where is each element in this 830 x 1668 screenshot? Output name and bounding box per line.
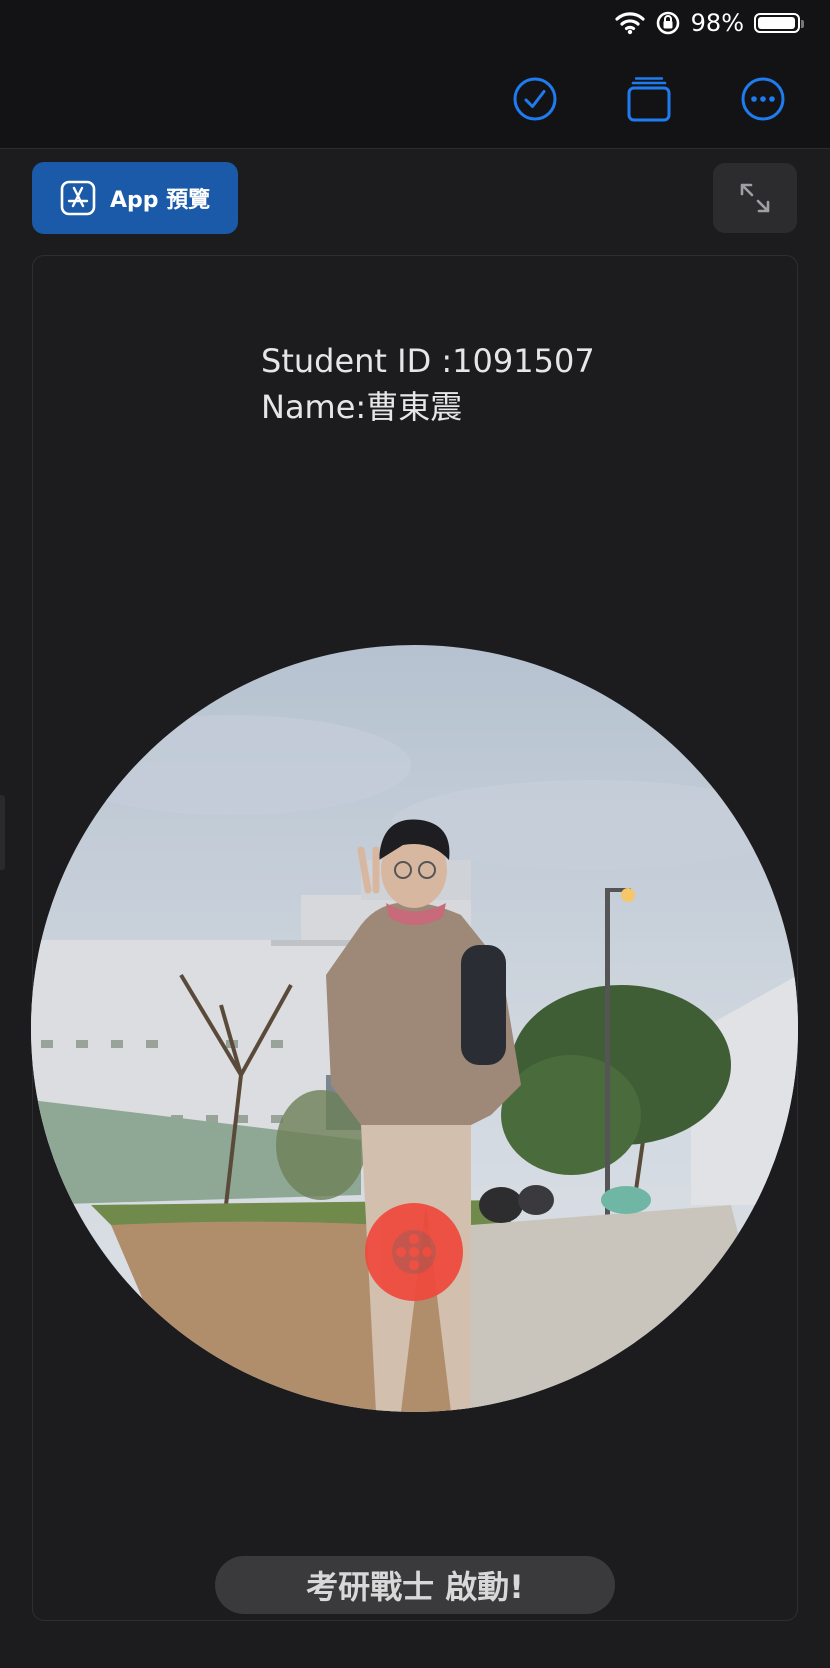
reel-icon <box>392 1230 436 1274</box>
wifi-icon <box>615 12 645 35</box>
status-bar: 98% <box>615 8 804 38</box>
orientation-lock-icon <box>656 11 679 35</box>
checkmark-circle-icon[interactable] <box>512 76 558 122</box>
student-info: Student ID :1091507 Name:曹東震 <box>261 338 595 430</box>
app-preview-label: App 預覽 <box>110 188 211 213</box>
expand-arrows-icon <box>740 183 770 213</box>
battery-icon <box>754 13 804 33</box>
record-button[interactable] <box>365 1203 463 1301</box>
stack-icon[interactable] <box>626 76 672 122</box>
student-id-text: Student ID :1091507 <box>261 342 595 380</box>
battery-percent: 98% <box>690 9 744 37</box>
top-bar: 98% <box>0 0 830 149</box>
more-circle-icon[interactable] <box>740 76 786 122</box>
action-pill-label: 考研戰士 啟動! <box>306 1568 524 1606</box>
app-preview-button[interactable]: App 預覽 <box>32 162 238 234</box>
student-name-text: Name:曹東震 <box>261 388 463 426</box>
expand-button[interactable] <box>713 163 797 233</box>
app-store-icon <box>60 180 96 216</box>
side-handle[interactable] <box>0 795 5 870</box>
action-pill-button[interactable]: 考研戰士 啟動! <box>215 1556 615 1614</box>
